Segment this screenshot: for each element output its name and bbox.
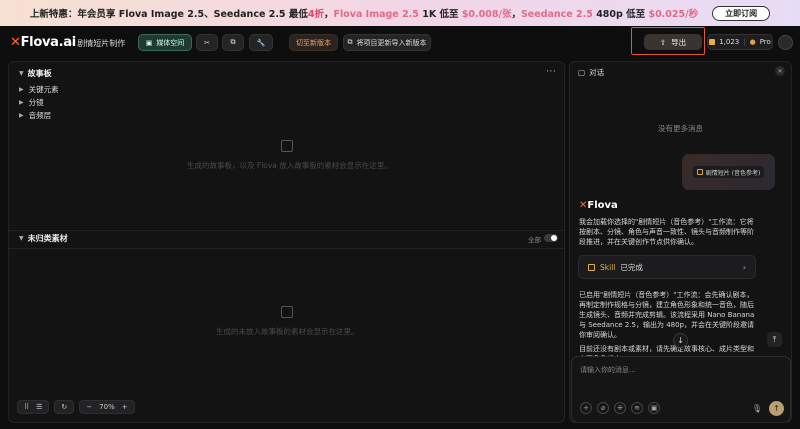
show-all-toggle[interactable] <box>544 234 558 242</box>
copy-button[interactable]: ⧉ <box>222 34 244 51</box>
divider <box>9 248 564 249</box>
tree-item-shots[interactable]: ▶ 分镜 <box>19 97 44 108</box>
scissors-button[interactable]: ✂ <box>196 34 218 51</box>
chat-input-box[interactable]: 请输入你的消息... + ⌀ ⁜ ≋ ▣ 🎙 ↑ <box>571 356 791 422</box>
tree-item-audio[interactable]: ▶ 音频层 <box>19 110 51 121</box>
zoom-level: 70% <box>99 403 115 411</box>
storyboard-header[interactable]: ▼ 故事板 <box>19 68 52 79</box>
ai-message: 我会加载你选择的"剧情短片（音色参考）"工作流：它将按剧本、分镜、角色与声音一致… <box>579 218 754 246</box>
import-icon: ⧉ <box>347 38 353 46</box>
image-icon[interactable]: ▣ <box>648 402 660 414</box>
workflow-icon <box>696 169 703 175</box>
grid-icon[interactable]: ⠿ <box>24 403 29 411</box>
flova-logo[interactable]: ✕Flova.ai <box>10 35 76 50</box>
skill-card[interactable]: Skill 已完成 › <box>578 255 756 279</box>
more-icon[interactable]: ⋯ <box>546 66 556 77</box>
tools-button[interactable]: 🔧 <box>249 34 273 51</box>
arrow-down-icon: ↓ <box>677 336 684 345</box>
chevron-down-icon: ▼ <box>19 70 24 77</box>
chat-icon: ▢ <box>578 68 586 77</box>
layers-icon[interactable]: ≋ <box>631 402 643 414</box>
chevron-right-icon: ▶ <box>19 112 24 119</box>
unsorted-empty-text: 生成的未放入故事板的素材会显示在这里。 <box>216 327 359 336</box>
toggle-label: 全部 <box>528 236 541 244</box>
upload-icon: ⇧ <box>659 37 667 47</box>
scissors-icon: ✂ <box>204 38 210 47</box>
send-button[interactable]: ↑ <box>769 401 784 416</box>
copy-icon: ⧉ <box>230 38 236 46</box>
chat-header: ▢ 对话 <box>578 68 605 77</box>
mic-icon[interactable]: 🎙 <box>752 404 762 413</box>
refresh-icon: ↻ <box>61 403 68 411</box>
switch-version-button[interactable]: 切至新版本 <box>289 34 338 51</box>
chevron-right-icon: › <box>742 262 746 272</box>
promo-banner: 上新特惠：年会员享 Flova Image 2.5、Seedance 2.5 最… <box>0 0 800 26</box>
user-message: 剧情短片 (音色参考) <box>682 154 775 190</box>
storyboard-panel: ▼ 故事板 ⋯ ▶ 关键元素 ▶ 分镜 ▶ 音频层 生成的故事板，以及 Flova 放… <box>8 61 565 423</box>
project-name[interactable]: 剧情短片制作 <box>77 38 125 49</box>
pin-button[interactable]: ⤒ <box>767 332 782 347</box>
input-toolbar: + ⌀ ⁜ ≋ ▣ <box>580 402 660 414</box>
no-more-messages: 没有更多消息 <box>658 124 703 133</box>
chat-input[interactable]: 请输入你的消息... <box>580 365 636 375</box>
zoom-out-button[interactable]: − <box>86 403 92 411</box>
list-icon[interactable]: ☰ <box>36 403 42 411</box>
pin-icon: ⤒ <box>772 334 777 344</box>
attach-icon[interactable]: ⌀ <box>597 402 609 414</box>
media-icon: ▣ <box>145 38 153 47</box>
view-toggle: ⠿ ☰ <box>17 400 50 414</box>
wrench-icon: 🔧 <box>256 38 266 47</box>
zoom-control: − 70% + <box>79 400 135 414</box>
media-space-button[interactable]: ▣ 媒体空间 <box>138 34 192 51</box>
refresh-button[interactable]: ↻ <box>54 400 75 414</box>
divider <box>9 230 564 231</box>
unsorted-header[interactable]: ▼ 未归类素材 <box>19 233 68 244</box>
ai-message: 目前还没有剧本或素材，请先确定故事核心、成片类型和主要角色设定。 <box>579 345 754 356</box>
pro-icon: ● <box>749 38 756 46</box>
add-icon <box>281 306 293 318</box>
chevron-right-icon: ▶ <box>19 86 24 93</box>
add-icon[interactable]: + <box>580 402 592 414</box>
skill-icon <box>588 263 595 271</box>
film-icon <box>281 140 293 152</box>
storyboard-empty-text: 生成的故事板，以及 Flova 放入故事板的素材会显示在这里。 <box>187 161 392 170</box>
close-icon[interactable]: ✕ <box>775 66 785 76</box>
ai-message: 已启用"剧情短片（音色参考）"工作流：会先确认剧本，再制定制作规格与分镜，建立角… <box>579 291 755 339</box>
credit-icon <box>709 39 716 45</box>
subscribe-button[interactable]: 立即订阅 <box>712 5 771 21</box>
grid-icon[interactable]: ⁜ <box>614 402 626 414</box>
scroll-down-button[interactable]: ↓ <box>673 333 688 348</box>
zoom-in-button[interactable]: + <box>122 403 128 411</box>
update-project-button[interactable]: ⧉ 将项目更新导入新版本 <box>343 34 431 51</box>
workflow-chip[interactable]: 剧情短片 (音色参考) <box>692 166 765 178</box>
chevron-down-icon: ▼ <box>19 235 24 242</box>
bottom-toolbar: ⠿ ☰ ↻ − 70% + <box>17 400 135 414</box>
avatar[interactable] <box>778 35 793 50</box>
arrow-up-icon: ↑ <box>773 404 780 413</box>
tree-item-key-elements[interactable]: ▶ 关键元素 <box>19 84 59 95</box>
credits-badge[interactable]: 1,023 | ● Pro <box>707 34 773 50</box>
chat-panel: ▢ 对话 ✕ 没有更多消息 剧情短片 (音色参考) ✕Flova 我会加载你选择… <box>569 61 792 423</box>
export-button[interactable]: ⇧ 导出 <box>644 34 702 50</box>
breadcrumb: › 剧情短片制作 <box>70 38 126 49</box>
promo-text: 上新特惠：年会员享 Flova Image 2.5、Seedance 2.5 最… <box>29 9 699 20</box>
chevron-right-icon: ▶ <box>19 99 24 106</box>
ai-logo: ✕Flova <box>579 200 618 211</box>
